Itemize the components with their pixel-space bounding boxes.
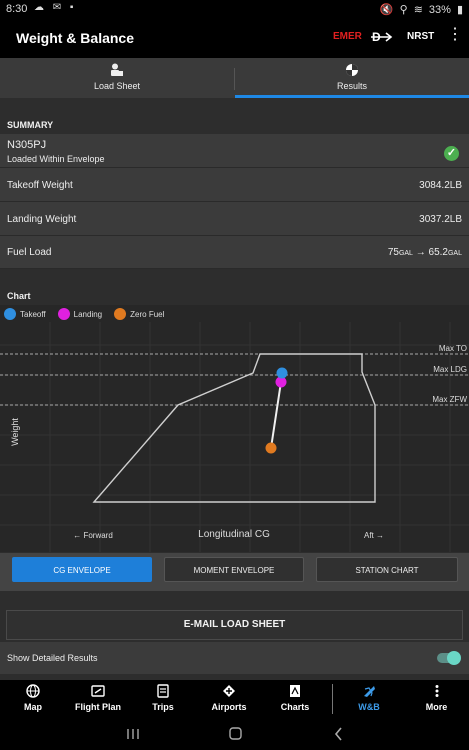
envelope-status: Loaded Within Envelope — [7, 154, 105, 164]
fuel-load-row: Fuel Load 75GAL → 65.2GAL — [0, 236, 469, 269]
system-navigation-bar — [0, 720, 469, 750]
aircraft-tail: N305PJ — [7, 139, 47, 151]
takeoff-point — [276, 367, 288, 379]
y-axis-label: Weight — [10, 418, 20, 446]
results-content: SUMMARY N305PJ Loaded Within Envelope ✓ … — [0, 98, 469, 680]
wb-icon — [364, 686, 375, 697]
back-icon[interactable] — [334, 727, 342, 741]
nav-wb[interactable]: W&B — [334, 680, 404, 720]
fuel-from: 75 — [387, 247, 399, 258]
landing-weight-row: Landing Weight 3037.2LB — [0, 202, 469, 236]
globe-icon — [26, 684, 40, 698]
fuel-load-value: 75GAL → 65.2GAL — [388, 247, 462, 258]
fuel-to: 65.2 — [428, 247, 448, 258]
fuel-load-label: Fuel Load — [7, 247, 52, 258]
app-bar: Weight & Balance EMER D NRST ⋮ — [0, 18, 469, 58]
nav-trips-label: Trips — [152, 702, 174, 712]
max-to-label: Max TO — [439, 344, 467, 353]
status-right: 🔇 ⚲ ≋ 33% ▮ — [379, 3, 463, 17]
bottom-navigation: Map Flight Plan Trips Airports Charts W&… — [0, 680, 469, 720]
nav-more-label: More — [425, 702, 448, 712]
nav-airports[interactable]: Airports — [196, 680, 262, 720]
recents-icon[interactable] — [127, 729, 139, 739]
fuel-arrow: → — [415, 247, 426, 258]
email-load-sheet-button[interactable]: E-MAIL LOAD SHEET — [6, 610, 463, 640]
tab-bar: Load Sheet Results — [0, 58, 469, 98]
status-notification-icons: ☁ ✉ ▪ — [34, 2, 77, 13]
forward-label: ← Forward — [73, 531, 113, 540]
load-sheet-icon — [111, 63, 123, 76]
overflow-menu-icon[interactable]: ⋮ — [447, 27, 463, 43]
page-title: Weight & Balance — [16, 30, 134, 46]
location-icon: ⚲ — [399, 4, 408, 16]
cg-envelope-outline — [92, 353, 376, 503]
nav-trips[interactable]: Trips — [130, 680, 196, 720]
nav-flight-plan-label: Flight Plan — [75, 702, 121, 712]
wifi-icon: ≋ — [413, 4, 423, 16]
nav-more[interactable]: More — [404, 680, 469, 720]
chart-grid — [0, 322, 469, 552]
direct-to-icon[interactable]: D — [371, 28, 393, 46]
cg-envelope-chart: Takeoff Landing Zero Fuel Max TO Max LDG… — [0, 305, 469, 552]
tab-load-sheet[interactable]: Load Sheet — [0, 58, 234, 98]
emergency-button[interactable]: EMER — [333, 31, 362, 42]
airports-icon — [223, 685, 235, 697]
system-nav-svg — [127, 727, 342, 741]
max-ldg-label: Max LDG — [433, 365, 467, 374]
mute-icon: 🔇 — [379, 4, 394, 16]
nav-airports-label: Airports — [211, 702, 247, 712]
nav-map-label: Map — [24, 702, 42, 712]
flight-plan-icon — [91, 685, 105, 697]
takeoff-weight-row: Takeoff Weight 3084.2LB — [0, 168, 469, 202]
trips-icon — [157, 684, 169, 698]
nearest-button[interactable]: NRST — [407, 31, 434, 42]
nav-flight-plan[interactable]: Flight Plan — [66, 680, 130, 720]
more-icon — [435, 685, 438, 697]
home-icon[interactable] — [229, 727, 242, 740]
chart-mode-buttons: CG ENVELOPE MOMENT ENVELOPE STATION CHAR… — [0, 553, 469, 591]
battery-text: 33% — [428, 3, 451, 16]
nav-charts-label: Charts — [280, 702, 310, 712]
charts-icon — [290, 685, 300, 697]
tab-load-sheet-label: Load Sheet — [93, 81, 141, 91]
x-axis-label: Longitudinal CG — [198, 529, 270, 540]
fuel-from-unit: GAL — [398, 250, 413, 257]
status-time: 8:30 — [6, 3, 28, 15]
results-icon — [346, 64, 358, 76]
nav-map[interactable]: Map — [0, 680, 66, 720]
nav-divider — [332, 684, 333, 714]
takeoff-weight-label: Takeoff Weight — [7, 180, 73, 191]
status-bar: 8:30 ☁ ✉ ▪ 🔇 ⚲ ≋ 33% ▮ — [0, 0, 469, 18]
detailed-results-toggle[interactable] — [437, 651, 461, 665]
detailed-results-label: Show Detailed Results — [7, 653, 98, 663]
takeoff-weight-value: 3084.2LB — [419, 180, 462, 191]
station-chart-button[interactable]: STATION CHART — [316, 557, 458, 582]
cg-envelope-button[interactable]: CG ENVELOPE — [12, 557, 152, 582]
tab-results-label: Results — [336, 81, 367, 91]
max-zfw-label: Max ZFW — [432, 395, 467, 404]
moment-envelope-button[interactable]: MOMENT ENVELOPE — [164, 557, 304, 582]
nav-wb-label: W&B — [358, 702, 380, 712]
chart-svg: Max TO Max LDG Max ZFW Weight Longitudin… — [0, 322, 469, 552]
nav-charts[interactable]: Charts — [262, 680, 328, 720]
detailed-results-row: Show Detailed Results — [0, 642, 469, 674]
landing-weight-label: Landing Weight — [7, 214, 77, 225]
zero-fuel-point — [265, 442, 277, 454]
chart-header: Chart — [7, 291, 31, 301]
aircraft-row: N305PJ Loaded Within Envelope ✓ — [0, 134, 469, 168]
check-icon: ✓ — [444, 146, 459, 161]
tab-results[interactable]: Results — [235, 58, 469, 98]
toggle-knob — [447, 651, 461, 665]
fuel-to-unit: GAL — [447, 250, 462, 257]
summary-header: SUMMARY — [7, 120, 54, 130]
landing-weight-value: 3037.2LB — [419, 214, 462, 225]
battery-icon: ▮ — [456, 4, 463, 16]
aft-label: Aft → — [364, 531, 384, 540]
